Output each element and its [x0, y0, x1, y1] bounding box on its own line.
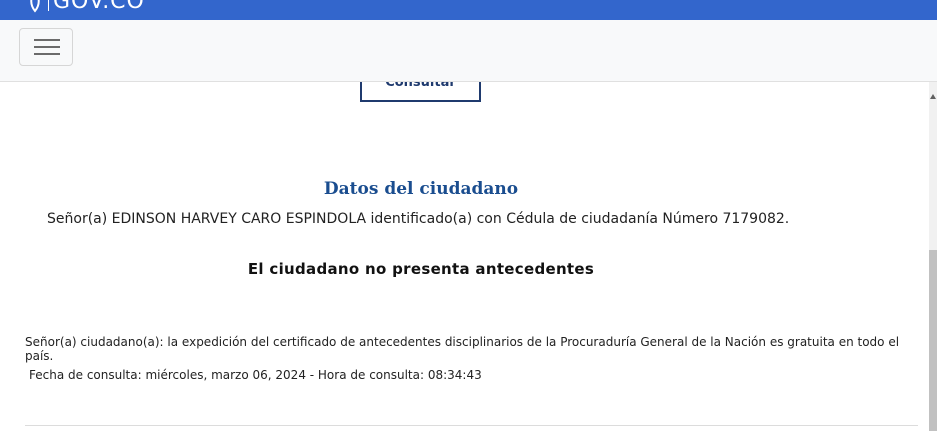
hamburger-menu-icon — [34, 53, 60, 55]
gov-co-top-bar: GOV.CO — [0, 0, 937, 20]
scrollbar-thumb[interactable] — [929, 250, 937, 431]
scroll-up-arrow-icon[interactable] — [930, 94, 936, 99]
results-frame: Consultar Datos del ciudadano Señor(a) E… — [0, 82, 937, 431]
consultar-button-label: Consultar — [385, 82, 456, 90]
divider — [25, 425, 918, 426]
background-status-text: El ciudadano no presenta antecedentes — [247, 260, 595, 278]
navbar — [0, 20, 937, 82]
section-title: Datos del ciudadano — [323, 179, 519, 199]
gov-co-logo[interactable]: GOV.CO — [28, 0, 145, 14]
hamburger-menu-icon — [34, 46, 60, 48]
logo-separator — [48, 0, 49, 11]
hamburger-menu-button[interactable] — [19, 28, 73, 66]
gov-co-logo-text: GOV.CO — [53, 0, 145, 14]
gov-co-emblem-icon — [30, 0, 40, 13]
consult-date-time: Fecha de consulta: miércoles, marzo 06, … — [29, 368, 482, 382]
free-certificate-notice: Señor(a) ciudadano(a): la expedición del… — [25, 335, 900, 363]
consultar-button[interactable]: Consultar — [360, 82, 481, 102]
vertical-scrollbar[interactable] — [929, 82, 937, 431]
citizen-identification-text: Señor(a) EDINSON HARVEY CARO ESPINDOLA i… — [47, 211, 790, 227]
hamburger-menu-icon — [34, 39, 60, 41]
